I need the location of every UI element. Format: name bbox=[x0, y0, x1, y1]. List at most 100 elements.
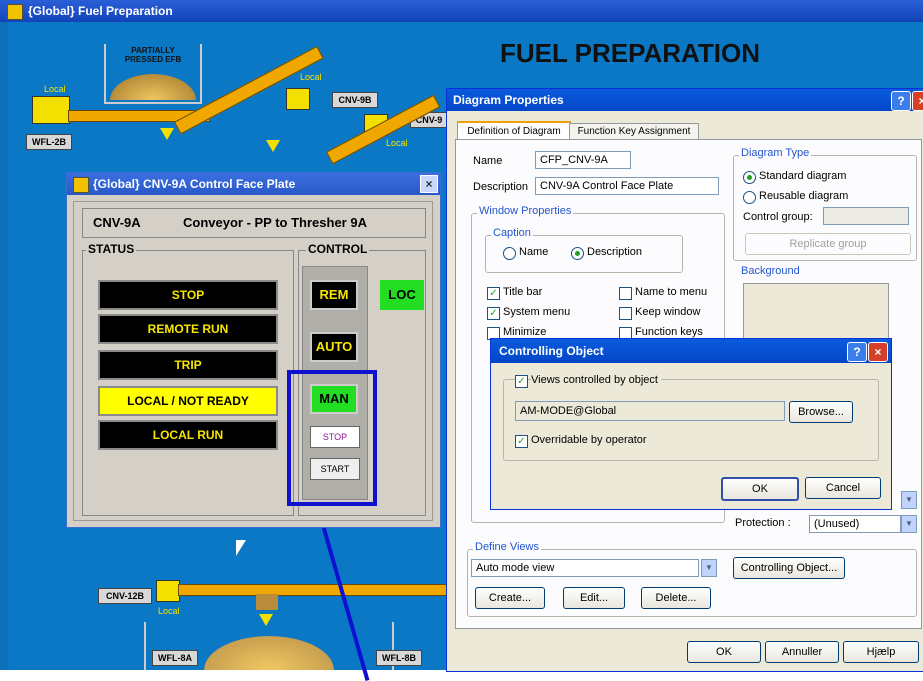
browse-button[interactable]: Browse... bbox=[789, 401, 853, 423]
wfl-2b-tag[interactable]: WFL-2B bbox=[26, 134, 72, 150]
control-group-label: Control group: bbox=[743, 211, 813, 223]
local-label: Local bbox=[300, 72, 322, 82]
arrow-down-icon bbox=[259, 614, 273, 626]
main-title-bar[interactable]: {Global} Fuel Preparation bbox=[0, 0, 923, 22]
weigh-feeder-icon[interactable] bbox=[32, 96, 70, 124]
app-icon bbox=[7, 4, 23, 20]
wfl-8b-tag[interactable]: WFL-8B bbox=[376, 650, 422, 666]
motor-icon[interactable] bbox=[286, 88, 310, 110]
status-stop: STOP bbox=[98, 280, 278, 310]
close-icon[interactable]: × bbox=[912, 91, 923, 111]
hopper-label: PARTIALLY PRESSED EFB bbox=[124, 46, 182, 64]
caption-name-radio[interactable] bbox=[503, 247, 516, 260]
help-button[interactable]: Hjælp bbox=[843, 641, 919, 663]
keep-window-checkbox[interactable] bbox=[619, 307, 632, 320]
rem-button[interactable]: REM bbox=[310, 280, 358, 310]
dropdown-arrow-icon[interactable]: ▼ bbox=[701, 559, 717, 577]
reusable-diagram-radio[interactable] bbox=[743, 191, 756, 204]
views-controlled-checkbox[interactable]: ✓ bbox=[515, 375, 528, 388]
faceplate-title: {Global} CNV-9A Control Face Plate bbox=[93, 177, 296, 191]
description-label: Description bbox=[473, 181, 529, 193]
faceplate-window: {Global} CNV-9A Control Face Plate × CNV… bbox=[66, 172, 441, 528]
system-menu-label: System menu bbox=[503, 306, 571, 318]
edit-button[interactable]: Edit... bbox=[563, 587, 625, 609]
fruit-pile bbox=[204, 636, 334, 670]
cnv-12b-tag[interactable]: CNV-12B bbox=[98, 588, 152, 604]
name-to-menu-checkbox[interactable] bbox=[619, 287, 632, 300]
faceplate-header: CNV-9A Conveyor - PP to Thresher 9A bbox=[82, 208, 426, 238]
chute-icon bbox=[256, 594, 278, 610]
delete-button[interactable]: Delete... bbox=[641, 587, 711, 609]
caption-description-label: Description bbox=[587, 246, 643, 258]
overridable-label: Overridable by operator bbox=[531, 434, 647, 446]
controlling-object-title: Controlling Object bbox=[499, 344, 604, 358]
dialog-cancel-button[interactable]: Cancel bbox=[805, 477, 881, 499]
wfl-8a-tag[interactable]: WFL-8A bbox=[152, 650, 198, 666]
diagram-properties-title-bar[interactable]: Diagram Properties ? × bbox=[447, 89, 923, 111]
local-label: Local bbox=[386, 138, 408, 148]
efb-pile bbox=[110, 74, 196, 100]
close-icon[interactable]: × bbox=[420, 175, 438, 193]
name-to-menu-label: Name to menu bbox=[635, 286, 708, 298]
protection-label: Protection : bbox=[735, 517, 791, 529]
auto-button[interactable]: AUTO bbox=[310, 332, 358, 362]
controlling-object-dialog: Controlling Object ? × ✓ Views controlle… bbox=[490, 338, 892, 510]
overridable-checkbox[interactable]: ✓ bbox=[515, 435, 528, 448]
keep-window-label: Keep window bbox=[635, 306, 701, 318]
help-icon[interactable]: ? bbox=[891, 91, 911, 111]
dialog-ok-button[interactable]: OK bbox=[721, 477, 799, 501]
arrow-down-icon bbox=[160, 128, 174, 140]
views-controlled-label: Views controlled by object bbox=[531, 374, 661, 386]
faceplate-title-bar[interactable]: {Global} CNV-9A Control Face Plate × bbox=[67, 173, 440, 195]
view-select[interactable]: Auto mode view bbox=[471, 559, 699, 577]
status-remote-run: REMOTE RUN bbox=[98, 314, 278, 344]
title-bar-label: Title bar bbox=[503, 286, 543, 298]
status-trip: TRIP bbox=[98, 350, 278, 380]
background-label: Background bbox=[739, 265, 802, 277]
standard-diagram-radio[interactable] bbox=[743, 171, 756, 184]
system-menu-checkbox[interactable]: ✓ bbox=[487, 307, 500, 320]
name-input[interactable]: CFP_CNV-9A bbox=[535, 151, 631, 169]
cnv-9b-tag[interactable]: CNV-9B bbox=[332, 92, 378, 108]
diagram-properties-title: Diagram Properties bbox=[453, 93, 564, 107]
caption-name-label: Name bbox=[519, 246, 549, 258]
local-label: Local bbox=[44, 84, 66, 94]
equipment-tag: CNV-9A bbox=[93, 215, 141, 230]
arrow-down-icon bbox=[266, 140, 280, 152]
cursor-icon bbox=[236, 540, 246, 556]
equipment-description: Conveyor - PP to Thresher 9A bbox=[183, 215, 367, 230]
standard-diagram-label: Standard diagram bbox=[759, 170, 847, 182]
close-icon[interactable]: × bbox=[868, 342, 888, 362]
app-icon bbox=[73, 177, 89, 193]
belt-cnv-12b bbox=[178, 584, 450, 596]
tab-definition[interactable]: Definition of Diagram bbox=[457, 121, 571, 141]
controlling-object-button[interactable]: Controlling Object... bbox=[733, 557, 845, 579]
process-heading: FUEL PREPARATION bbox=[500, 38, 761, 68]
control-group-label: CONTROL bbox=[306, 242, 370, 256]
object-input[interactable]: AM-MODE@Global bbox=[515, 401, 785, 421]
minimize-label: Minimize bbox=[503, 326, 547, 338]
efb-hopper: PARTIALLY PRESSED EFB bbox=[104, 44, 202, 104]
status-group-label: STATUS bbox=[86, 242, 137, 256]
protection-select[interactable]: (Unused) bbox=[809, 515, 901, 533]
reusable-diagram-label: Reusable diagram bbox=[759, 190, 849, 202]
create-button[interactable]: Create... bbox=[475, 587, 545, 609]
replicate-group-button[interactable]: Replicate group bbox=[745, 233, 911, 255]
define-views-label: Define Views bbox=[473, 541, 541, 553]
function-keys-label: Function keys bbox=[635, 326, 703, 338]
local-label: Local bbox=[158, 606, 180, 616]
help-icon[interactable]: ? bbox=[847, 342, 867, 362]
title-bar-checkbox[interactable]: ✓ bbox=[487, 287, 500, 300]
description-input[interactable]: CNV-9A Control Face Plate bbox=[535, 177, 719, 195]
motor-icon[interactable] bbox=[156, 580, 180, 602]
controlling-object-title-bar[interactable]: Controlling Object ? × bbox=[491, 339, 891, 363]
name-label: Name bbox=[473, 155, 503, 167]
control-group-select[interactable] bbox=[823, 207, 909, 225]
ok-button[interactable]: OK bbox=[687, 641, 761, 663]
caption-description-radio[interactable] bbox=[571, 247, 584, 260]
bin-wall bbox=[144, 622, 146, 670]
dropdown-arrow-icon[interactable]: ▼ bbox=[901, 515, 917, 533]
status-local-run: LOCAL RUN bbox=[98, 420, 278, 450]
cancel-button[interactable]: Annuller bbox=[765, 641, 839, 663]
dropdown-arrow-icon[interactable]: ▼ bbox=[901, 491, 917, 509]
